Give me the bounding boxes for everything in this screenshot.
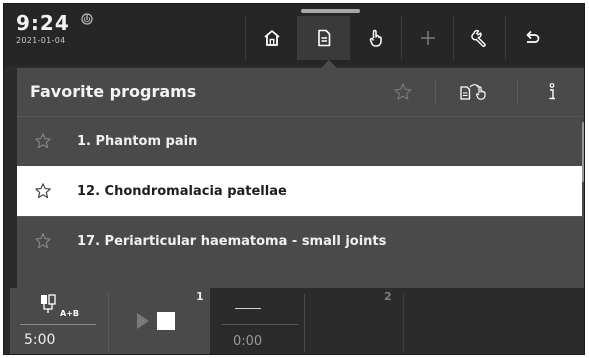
info-icon bbox=[549, 83, 555, 100]
channel-divider bbox=[304, 294, 305, 352]
empty-program-dash bbox=[235, 308, 261, 309]
nav-manual-button[interactable] bbox=[349, 16, 401, 60]
list-scrollbar[interactable] bbox=[582, 122, 584, 182]
star-outline-icon[interactable] bbox=[34, 132, 52, 150]
channel-1-number: 1 bbox=[196, 290, 204, 303]
electrode-label: A+B bbox=[60, 309, 79, 318]
program-label: 12. Chondromalacia patellae bbox=[77, 184, 287, 199]
nav-tools-button[interactable] bbox=[453, 16, 505, 60]
nav-home-button[interactable] bbox=[245, 16, 297, 60]
main-navigation bbox=[245, 16, 557, 60]
hand-pointer-icon bbox=[369, 29, 382, 47]
channel-1-card[interactable]: A+B 5:00 1 bbox=[10, 288, 210, 354]
channel-2-number: 2 bbox=[384, 290, 392, 303]
panel-header: Favorite programs bbox=[17, 68, 584, 116]
drawer-handle[interactable] bbox=[301, 9, 360, 13]
panel-title: Favorite programs bbox=[30, 82, 197, 101]
clock: 9:24 2021-01-04 bbox=[16, 12, 70, 45]
program-item[interactable]: 17. Periarticular haematoma - small join… bbox=[17, 216, 582, 266]
program-item-selected[interactable]: 12. Chondromalacia patellae bbox=[17, 166, 582, 216]
active-tab-pointer bbox=[321, 60, 337, 68]
program-label: 17. Periarticular haematoma - small join… bbox=[77, 234, 387, 249]
header-divider bbox=[435, 80, 436, 104]
star-outline-icon[interactable] bbox=[34, 232, 52, 250]
nav-programs-button[interactable] bbox=[297, 16, 349, 60]
open-program-button[interactable] bbox=[445, 74, 505, 110]
channel-slot-empty[interactable]: 0:00 bbox=[210, 288, 308, 354]
clock-time: 9:24 bbox=[16, 11, 70, 35]
divider-line bbox=[222, 324, 298, 325]
header-divider bbox=[517, 80, 518, 104]
favorite-programs-panel: Favorite programs 1. Phantom pain 12. Ch… bbox=[17, 68, 584, 288]
nav-add-button[interactable] bbox=[401, 16, 453, 60]
channel-card-divider bbox=[108, 292, 109, 352]
home-icon bbox=[263, 30, 280, 46]
star-icon bbox=[394, 83, 412, 100]
play-icon[interactable] bbox=[137, 313, 149, 329]
plus-icon bbox=[420, 31, 435, 45]
top-bar: 9:24 2021-01-04 bbox=[4, 4, 584, 68]
wrench-icon bbox=[470, 29, 486, 47]
document-hand-icon bbox=[460, 84, 486, 100]
electrode-icon bbox=[41, 294, 56, 313]
nav-back-button[interactable] bbox=[505, 16, 557, 60]
power-status-icon bbox=[81, 13, 93, 25]
program-item[interactable]: 1. Phantom pain bbox=[17, 116, 582, 166]
star-outline-icon[interactable] bbox=[34, 182, 52, 200]
channel-bar: A+B 5:00 1 0:00 2 bbox=[4, 288, 584, 354]
clock-date: 2021-01-04 bbox=[16, 36, 66, 45]
channel-empty-time: 0:00 bbox=[233, 334, 263, 349]
return-arrow-icon bbox=[526, 30, 539, 43]
channel-1-time: 5:00 bbox=[24, 332, 56, 348]
program-label: 1. Phantom pain bbox=[77, 134, 198, 149]
program-list: 1. Phantom pain 12. Chondromalacia patel… bbox=[17, 116, 582, 266]
document-icon bbox=[317, 29, 330, 47]
info-button[interactable] bbox=[527, 74, 577, 110]
stop-icon[interactable] bbox=[157, 312, 175, 330]
device-screen: 9:24 2021-01-04 Favorite programs 1. Pha… bbox=[3, 3, 585, 355]
favorite-toggle-button[interactable] bbox=[381, 74, 425, 110]
divider-line bbox=[20, 324, 96, 325]
channel-divider bbox=[403, 294, 404, 352]
